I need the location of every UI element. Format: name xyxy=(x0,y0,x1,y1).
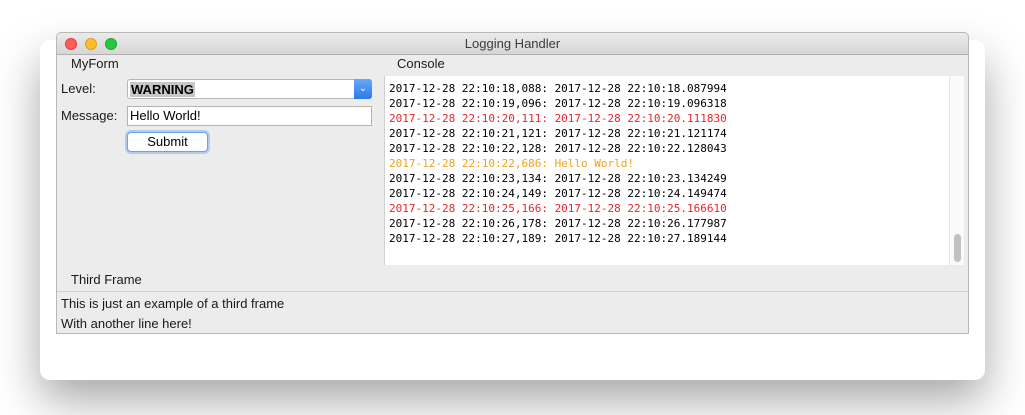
console-line: 2017-12-28 22:10:19,096: 2017-12-28 22:1… xyxy=(389,97,727,110)
console-line: 2017-12-28 22:10:22,128: 2017-12-28 22:1… xyxy=(389,142,727,155)
console-scrollbar[interactable] xyxy=(949,76,964,265)
app-window: Logging Handler MyForm Console Level: WA… xyxy=(56,32,969,334)
console-line: 2017-12-28 22:10:18,088: 2017-12-28 22:1… xyxy=(389,82,727,95)
console-panel[interactable]: 2017-12-28 22:10:18,088: 2017-12-28 22:1… xyxy=(384,76,964,265)
console-line: 2017-12-28 22:10:21,121: 2017-12-28 22:1… xyxy=(389,127,727,140)
console-log: 2017-12-28 22:10:18,088: 2017-12-28 22:1… xyxy=(389,81,727,246)
level-select[interactable]: WARNING ⌄ xyxy=(127,79,372,99)
message-input[interactable]: Hello World! xyxy=(127,106,372,126)
window-title: Logging Handler xyxy=(464,36,561,51)
level-label: Level: xyxy=(61,81,96,96)
console-line: 2017-12-28 22:10:27,189: 2017-12-28 22:1… xyxy=(389,232,727,245)
title-bar[interactable]: Logging Handler xyxy=(57,33,968,55)
myform-frame-label: MyForm xyxy=(71,56,119,71)
message-label: Message: xyxy=(61,108,118,123)
third-frame-label: Third Frame xyxy=(71,272,142,287)
third-frame-line-2: With another line here! xyxy=(61,316,192,331)
console-scroll-thumb[interactable] xyxy=(954,234,961,262)
submit-button[interactable]: Submit xyxy=(127,132,208,152)
console-line: 2017-12-28 22:10:25,166: 2017-12-28 22:1… xyxy=(389,202,727,215)
myform-panel: Level: WARNING ⌄ Message: Hello World! S… xyxy=(57,77,383,266)
console-line: 2017-12-28 22:10:22,686: Hello World! xyxy=(389,157,635,170)
console-line: 2017-12-28 22:10:20,111: 2017-12-28 22:1… xyxy=(389,112,727,125)
third-frame-line-1: This is just an example of a third frame xyxy=(61,296,285,311)
console-frame-label: Console xyxy=(397,56,445,71)
level-select-value: WARNING xyxy=(130,82,195,97)
console-line: 2017-12-28 22:10:24,149: 2017-12-28 22:1… xyxy=(389,187,727,200)
third-frame-divider xyxy=(57,291,968,292)
console-line: 2017-12-28 22:10:26,178: 2017-12-28 22:1… xyxy=(389,217,727,230)
chevron-down-icon[interactable]: ⌄ xyxy=(354,79,372,99)
console-line: 2017-12-28 22:10:23,134: 2017-12-28 22:1… xyxy=(389,172,727,185)
